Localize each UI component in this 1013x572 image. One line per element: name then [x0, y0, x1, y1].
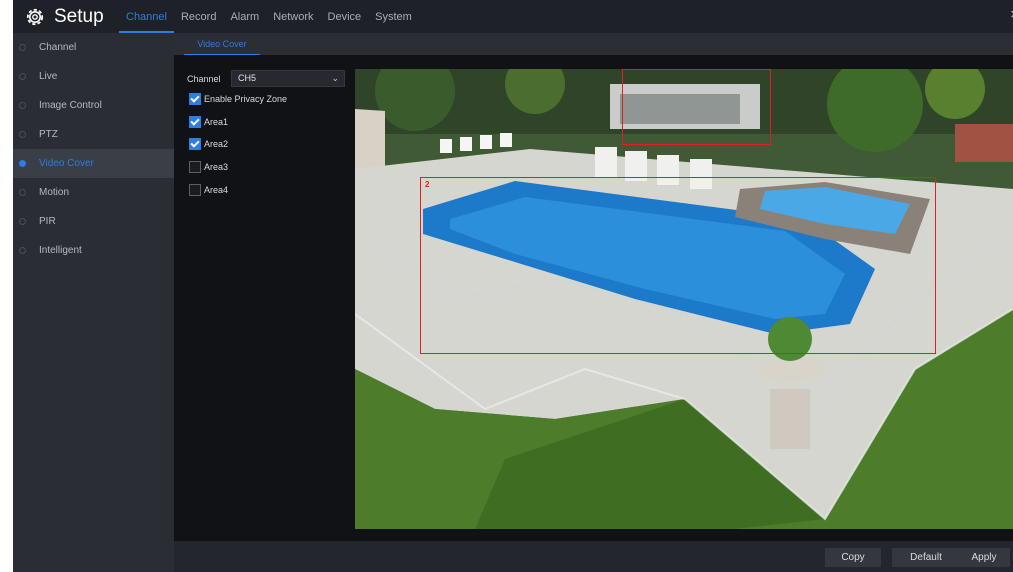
chevron-down-icon: ⌄ — [331, 73, 339, 83]
area2-checkbox[interactable]: Area2 — [189, 137, 228, 151]
camera-preview-panel: 2 — [355, 55, 1013, 541]
privacy-zone-1[interactable] — [622, 69, 771, 145]
tab-network[interactable]: Network — [266, 0, 320, 33]
apply-button[interactable]: Apply — [958, 548, 1010, 567]
settings-panel: Channel CH5 ⌄ Enable Privacy Zone Area1 … — [174, 55, 355, 541]
sidebar-item-motion[interactable]: Motion — [13, 178, 174, 207]
logo: Setup — [25, 5, 104, 29]
sidebar-item-ptz[interactable]: PTZ — [13, 120, 174, 149]
bullet-icon — [19, 189, 26, 196]
sidebar-item-label: PTZ — [39, 129, 58, 140]
setup-window: Setup Channel Record Alarm Network Devic… — [13, 0, 1013, 572]
channel-select-value: CH5 — [238, 73, 257, 83]
bullet-icon — [19, 102, 26, 109]
bottom-action-bar: Copy Default Apply — [174, 541, 1013, 572]
sidebar-item-channel[interactable]: Channel — [13, 33, 174, 62]
main-tabs: Channel Record Alarm Network Device Syst… — [119, 0, 419, 33]
tab-system[interactable]: System — [368, 0, 419, 33]
bullet-icon — [19, 44, 26, 51]
tab-device[interactable]: Device — [321, 0, 369, 33]
checkbox-label: Area4 — [204, 185, 229, 195]
checkbox-box[interactable] — [189, 138, 201, 150]
bullet-icon — [19, 73, 26, 80]
sidebar-item-label: Channel — [39, 42, 77, 53]
checkbox-box[interactable] — [189, 93, 201, 105]
area3-checkbox[interactable]: Area3 — [189, 160, 228, 174]
enable-privacy-zone-checkbox[interactable]: Enable Privacy Zone — [189, 92, 287, 106]
sidebar-item-label: Motion — [39, 187, 70, 198]
sidebar-item-label: PIR — [39, 216, 56, 227]
gear-icon — [26, 8, 44, 26]
bullet-icon — [19, 247, 26, 254]
channel-label: Channel — [187, 74, 221, 84]
privacy-zone-label: 2 — [425, 180, 430, 189]
sidebar-item-label: Video Cover — [39, 158, 94, 169]
checkbox-box[interactable] — [189, 184, 201, 196]
sidebar-item-intelligent[interactable]: Intelligent — [13, 236, 174, 265]
sidebar-item-pir[interactable]: PIR — [13, 207, 174, 236]
bullet-icon — [19, 160, 26, 167]
checkbox-box[interactable] — [189, 116, 201, 128]
checkbox-label: Enable Privacy Zone — [204, 94, 288, 104]
page-title: Setup — [54, 6, 104, 27]
checkbox-label: Area3 — [204, 162, 229, 172]
sidebar-item-label: Intelligent — [39, 245, 82, 256]
tab-channel[interactable]: Channel — [119, 0, 174, 33]
bullet-icon — [19, 131, 26, 138]
sidebar-item-video-cover[interactable]: Video Cover — [13, 149, 174, 178]
sidebar-item-label: Live — [39, 71, 58, 82]
checkbox-box[interactable] — [189, 161, 201, 173]
area4-checkbox[interactable]: Area4 — [189, 183, 228, 197]
camera-preview-image[interactable]: 2 — [355, 69, 1013, 529]
area1-checkbox[interactable]: Area1 — [189, 115, 228, 129]
tab-record[interactable]: Record — [174, 0, 223, 33]
bullet-icon — [19, 218, 26, 225]
sub-tab-bar: Video Cover — [174, 33, 1013, 55]
channel-select[interactable]: CH5 ⌄ — [231, 70, 345, 87]
sidebar: Channel Live Image Control PTZ Video Cov… — [13, 33, 174, 572]
checkbox-label: Area2 — [204, 139, 229, 149]
copy-button[interactable]: Copy — [825, 548, 881, 567]
tab-video-cover[interactable]: Video Cover — [184, 33, 260, 55]
checkbox-label: Area1 — [204, 117, 229, 127]
top-bar: Setup Channel Record Alarm Network Devic… — [13, 0, 1013, 33]
sidebar-item-image-control[interactable]: Image Control — [13, 91, 174, 120]
privacy-zone-2[interactable]: 2 — [420, 177, 936, 354]
tab-alarm[interactable]: Alarm — [223, 0, 266, 33]
default-button[interactable]: Default — [892, 548, 960, 567]
sidebar-item-label: Image Control — [39, 100, 102, 111]
sidebar-item-live[interactable]: Live — [13, 62, 174, 91]
